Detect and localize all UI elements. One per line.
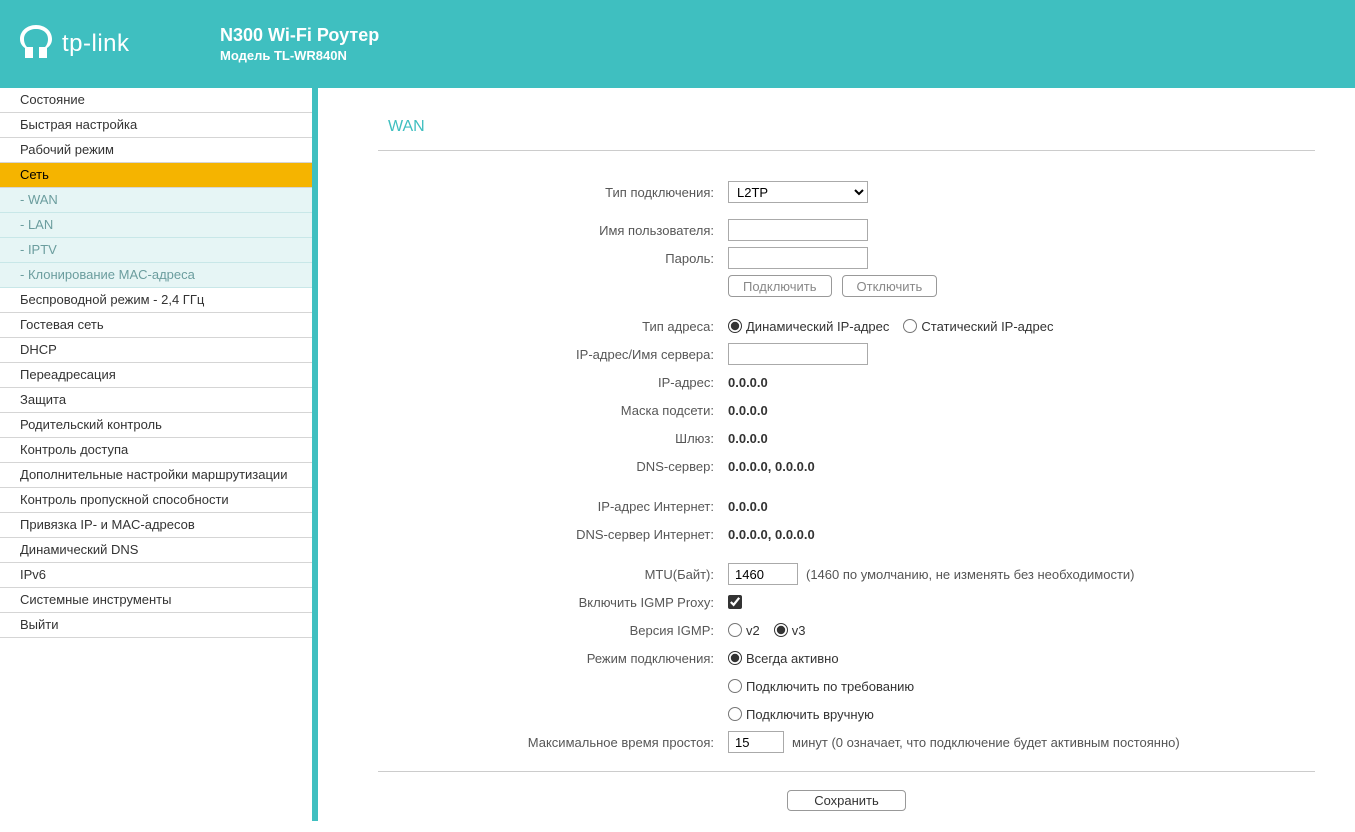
label-inet-dns: DNS-сервер Интернет: [378, 527, 728, 542]
value-inet-ip: 0.0.0.0 [728, 499, 768, 514]
sidebar-item-21[interactable]: Выйти [0, 613, 312, 638]
username-input[interactable] [728, 219, 868, 241]
sidebar-item-14[interactable]: Контроль доступа [0, 438, 312, 463]
separator [378, 150, 1315, 151]
title-area: N300 Wi-Fi Роутер Модель TL-WR840N [220, 25, 379, 63]
radio-igmp-v2[interactable]: v2 [728, 623, 760, 638]
sidebar-item-0[interactable]: Состояние [0, 88, 312, 113]
radio-igmp-v3-input[interactable] [774, 623, 788, 637]
sidebar-item-8[interactable]: Беспроводной режим - 2,4 ГГц [0, 288, 312, 313]
sidebar-item-11[interactable]: Переадресация [0, 363, 312, 388]
conn-type-select[interactable]: L2TP [728, 181, 868, 203]
label-inet-ip: IP-адрес Интернет: [378, 499, 728, 514]
radio-static-ip[interactable]: Статический IP-адрес [903, 319, 1053, 334]
label-mtu: MTU(Байт): [378, 567, 728, 582]
password-input[interactable] [728, 247, 868, 269]
radio-static-ip-input[interactable] [903, 319, 917, 333]
sidebar: СостояниеБыстрая настройкаРабочий режимС… [0, 88, 312, 821]
label-conn-type: Тип подключения: [378, 185, 728, 200]
label-password: Пароль: [378, 251, 728, 266]
value-subnet: 0.0.0.0 [728, 403, 768, 418]
page-title: WAN [388, 118, 1315, 136]
radio-mode-manual-input[interactable] [728, 707, 742, 721]
tplink-logo-icon [20, 25, 52, 63]
label-dns: DNS-сервер: [378, 459, 728, 474]
product-title: N300 Wi-Fi Роутер [220, 25, 379, 46]
sidebar-item-20[interactable]: Системные инструменты [0, 588, 312, 613]
radio-mode-manual[interactable]: Подключить вручную [728, 707, 874, 722]
label-server-ip: IP-адрес/Имя сервера: [378, 347, 728, 362]
save-button[interactable]: Сохранить [787, 790, 906, 811]
igmp-proxy-checkbox[interactable] [728, 595, 742, 609]
value-gateway: 0.0.0.0 [728, 431, 768, 446]
label-addr-type: Тип адреса: [378, 319, 728, 334]
sidebar-item-9[interactable]: Гостевая сеть [0, 313, 312, 338]
sidebar-item-16[interactable]: Контроль пропускной способности [0, 488, 312, 513]
idle-input[interactable] [728, 731, 784, 753]
separator-bottom [378, 771, 1315, 772]
label-igmp-proxy: Включить IGMP Proxy: [378, 595, 728, 610]
sidebar-item-5[interactable]: - LAN [0, 213, 312, 238]
value-ip-addr: 0.0.0.0 [728, 375, 768, 390]
header: tp-link N300 Wi-Fi Роутер Модель TL-WR84… [0, 0, 1355, 88]
sidebar-item-7[interactable]: - Клонирование MAC-адреса [0, 263, 312, 288]
label-subnet: Маска подсети: [378, 403, 728, 418]
sidebar-item-3[interactable]: Сеть [0, 163, 312, 188]
main-content: WAN Тип подключения: L2TP Имя пользовате… [318, 88, 1355, 821]
radio-dynamic-ip-input[interactable] [728, 319, 742, 333]
product-model: Модель TL-WR840N [220, 48, 379, 63]
sidebar-item-19[interactable]: IPv6 [0, 563, 312, 588]
label-gateway: Шлюз: [378, 431, 728, 446]
sidebar-item-1[interactable]: Быстрая настройка [0, 113, 312, 138]
logo-area: tp-link [20, 25, 220, 63]
sidebar-item-12[interactable]: Защита [0, 388, 312, 413]
sidebar-item-17[interactable]: Привязка IP- и MAC-адресов [0, 513, 312, 538]
brand-text: tp-link [62, 30, 130, 58]
label-username: Имя пользователя: [378, 223, 728, 238]
sidebar-item-13[interactable]: Родительский контроль [0, 413, 312, 438]
label-conn-mode: Режим подключения: [378, 651, 728, 666]
value-dns: 0.0.0.0, 0.0.0.0 [728, 459, 815, 474]
radio-mode-always[interactable]: Всегда активно [728, 651, 839, 666]
sidebar-item-4[interactable]: - WAN [0, 188, 312, 213]
mtu-note: (1460 по умолчанию, не изменять без необ… [806, 567, 1135, 582]
mtu-input[interactable] [728, 563, 798, 585]
radio-dynamic-ip[interactable]: Динамический IP-адрес [728, 319, 889, 334]
server-ip-input[interactable] [728, 343, 868, 365]
sidebar-item-10[interactable]: DHCP [0, 338, 312, 363]
label-ip-addr: IP-адрес: [378, 375, 728, 390]
radio-mode-demand-input[interactable] [728, 679, 742, 693]
radio-mode-always-input[interactable] [728, 651, 742, 665]
label-idle: Максимальное время простоя: [378, 735, 728, 750]
radio-igmp-v2-input[interactable] [728, 623, 742, 637]
disconnect-button[interactable]: Отключить [842, 275, 938, 297]
sidebar-item-2[interactable]: Рабочий режим [0, 138, 312, 163]
sidebar-item-18[interactable]: Динамический DNS [0, 538, 312, 563]
connect-button[interactable]: Подключить [728, 275, 832, 297]
value-inet-dns: 0.0.0.0, 0.0.0.0 [728, 527, 815, 542]
idle-note: минут (0 означает, что подключение будет… [792, 735, 1180, 750]
sidebar-item-15[interactable]: Дополнительные настройки маршрутизации [0, 463, 312, 488]
sidebar-item-6[interactable]: - IPTV [0, 238, 312, 263]
radio-igmp-v3[interactable]: v3 [774, 623, 806, 638]
label-igmp-ver: Версия IGMP: [378, 623, 728, 638]
radio-mode-demand[interactable]: Подключить по требованию [728, 679, 914, 694]
